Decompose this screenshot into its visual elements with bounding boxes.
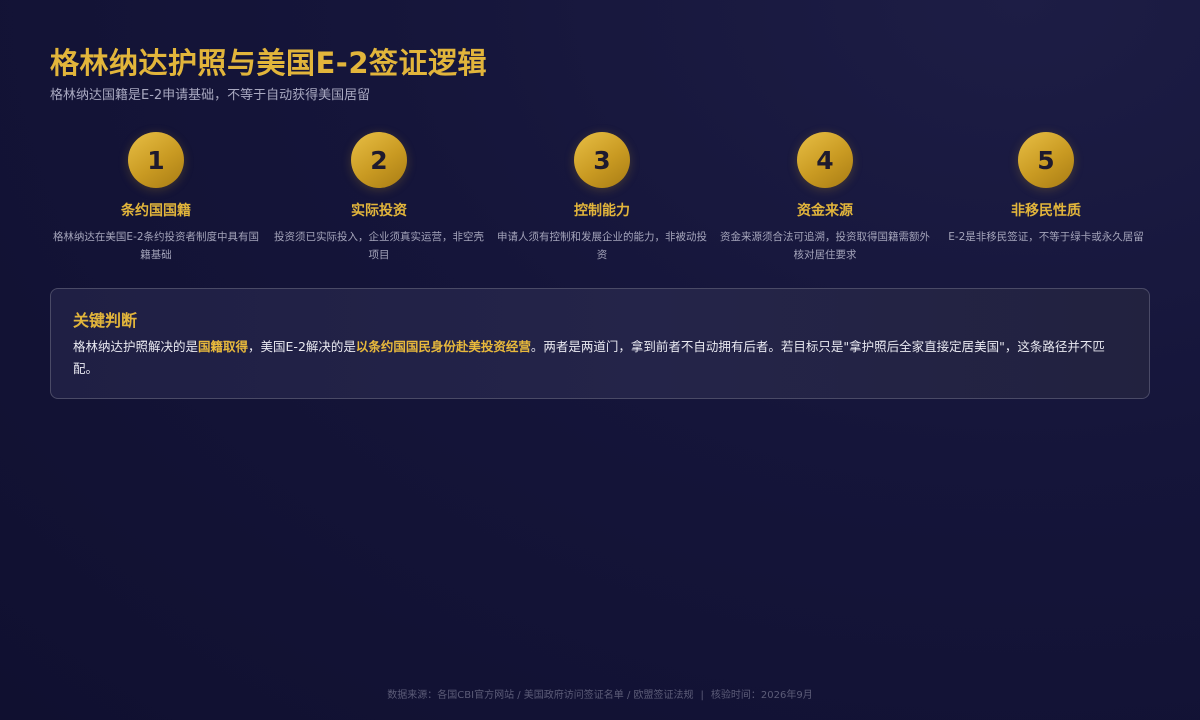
- step-title: 资金来源: [797, 203, 853, 219]
- key-judgment-title: 关键判断: [73, 311, 138, 330]
- step-nationality: 1 条约国国籍 格林纳达在美国E-2条约投资者制度中具有国籍基础: [50, 132, 262, 264]
- step-title: 条约国国籍: [121, 203, 191, 219]
- step-control: 3 控制能力 申请人须有控制和发展企业的能力，非被动投资: [496, 132, 708, 264]
- page: 格林纳达护照与美国E-2签证逻辑 格林纳达国籍是E-2申请基础，不等于自动获得美…: [50, 0, 1150, 720]
- step-description: 格林纳达在美国E-2条约投资者制度中具有国籍基础: [52, 231, 260, 261]
- page-subtitle: 格林纳达国籍是E-2申请基础，不等于自动获得美国居留: [50, 88, 371, 103]
- step-non-immigrant: 5 非移民性质 E-2是非移民签证，不等于绿卡或永久居留: [940, 132, 1152, 246]
- footer-separator: |: [700, 690, 704, 701]
- step-number-badge: 2: [351, 132, 407, 188]
- step-description: 资金来源须合法可追溯，投资取得国籍需额外核对居住要求: [720, 231, 930, 261]
- judgment-text-segment: ，美国E-2解决的是: [248, 339, 356, 354]
- key-judgment-box: 关键判断 格林纳达护照解决的是国籍取得，美国E-2解决的是以条约国国民身份赴美投…: [50, 288, 1150, 399]
- judgment-highlight: 国籍取得: [198, 339, 249, 354]
- step-number-badge: 4: [797, 132, 853, 188]
- footer-verified-time: 核验时间：2026年9月: [710, 690, 813, 701]
- judgment-text-segment: 格林纳达护照解决的是: [73, 339, 199, 354]
- step-number-badge: 1: [128, 132, 184, 188]
- page-title: 格林纳达护照与美国E-2签证逻辑: [50, 46, 488, 80]
- step-investment: 2 实际投资 投资须已实际投入，企业须真实运营，非空壳项目: [273, 132, 485, 264]
- step-fund-source: 4 资金来源 资金来源须合法可追溯，投资取得国籍需额外核对居住要求: [719, 132, 931, 264]
- step-description: 投资须已实际投入，企业须真实运营，非空壳项目: [274, 231, 484, 261]
- steps-row: 1 条约国国籍 格林纳达在美国E-2条约投资者制度中具有国籍基础 2 实际投资 …: [50, 132, 1150, 262]
- judgment-highlight: 以条约国国民身份赴美投资经营: [355, 339, 531, 354]
- key-judgment-text: 格林纳达护照解决的是国籍取得，美国E-2解决的是以条约国国民身份赴美投资经营。两…: [73, 336, 1127, 380]
- step-description: 申请人须有控制和发展企业的能力，非被动投资: [497, 231, 707, 261]
- step-description: E-2是非移民签证，不等于绿卡或永久居留: [948, 231, 1144, 243]
- footer-sources: 数据来源：各国CBI官方网站 / 美国政府访问签证名单 / 欧盟签证法规: [387, 690, 694, 701]
- step-number-badge: 3: [574, 132, 630, 188]
- step-title: 非移民性质: [1011, 203, 1081, 219]
- step-title: 控制能力: [574, 203, 630, 219]
- footer: 数据来源：各国CBI官方网站 / 美国政府访问签证名单 / 欧盟签证法规 | 核验时…: [50, 686, 1150, 701]
- step-title: 实际投资: [351, 203, 407, 219]
- step-number-badge: 5: [1018, 132, 1074, 188]
